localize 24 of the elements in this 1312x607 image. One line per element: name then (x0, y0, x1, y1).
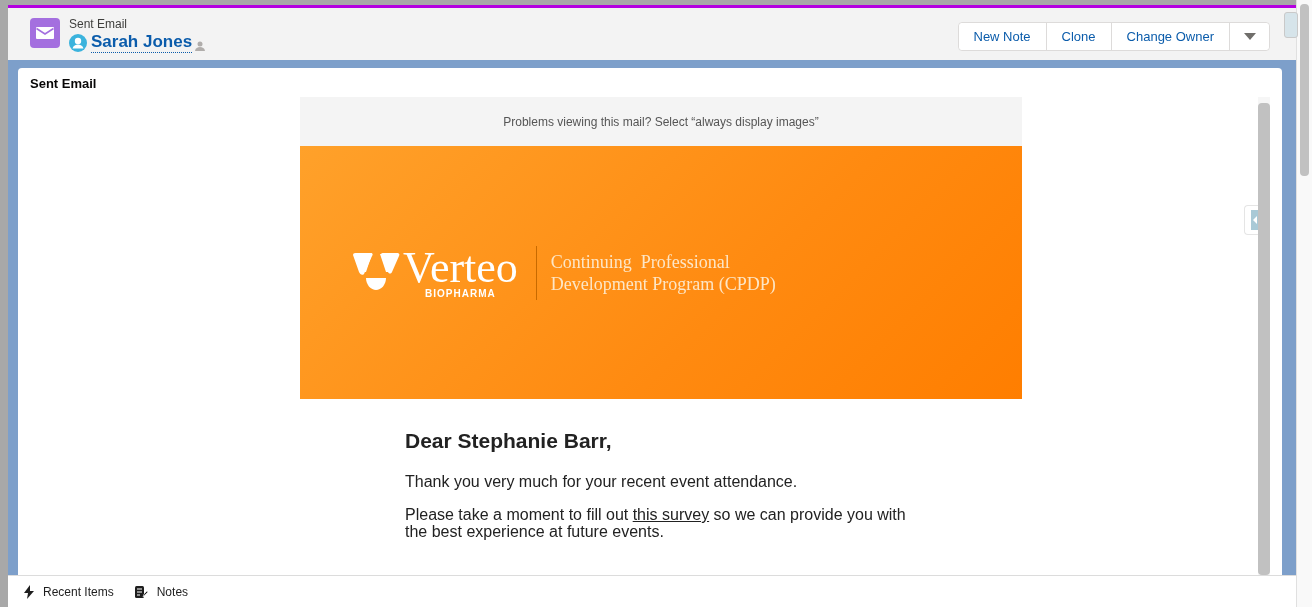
tagline-text: Development Program (CPDP) (550, 272, 776, 295)
notes-icon (133, 584, 148, 599)
logo-subtitle: BIOPHARMA (425, 288, 496, 299)
paragraph: Please take a moment to fill out this survey so we can provide you with the best experience at future events. (405, 506, 907, 540)
utility-bar-item[interactable]: Notes (127, 584, 195, 599)
menu-button[interactable] (1229, 22, 1269, 50)
collapse-handle[interactable] (1284, 12, 1298, 38)
paragraph: Thank you very much for your recent event attendance. (405, 473, 799, 490)
caret-icon (1244, 32, 1256, 40)
logo-mark-icon (352, 252, 400, 292)
utility-bar-item[interactable]: Recent Items (18, 584, 120, 599)
card-title: Sent Email (29, 75, 98, 93)
logo-name: Verteo (403, 246, 518, 290)
notice-text: Problems viewing this mail? Select “always display images” (300, 97, 1022, 146)
object-type-label: Sent Email (69, 16, 129, 32)
envelope-icon (30, 18, 60, 48)
survey-link[interactable]: this survey (632, 506, 710, 523)
greeting: Dear Stephanie Barr, (405, 429, 613, 453)
tagline-text: Continuing Professional (550, 250, 731, 273)
lightning-icon (24, 584, 34, 599)
record-name-link[interactable]: Sarah Jones (91, 32, 193, 53)
avatar-icon (69, 33, 87, 52)
scrollbar[interactable] (1258, 97, 1270, 575)
person-icon (194, 39, 207, 52)
